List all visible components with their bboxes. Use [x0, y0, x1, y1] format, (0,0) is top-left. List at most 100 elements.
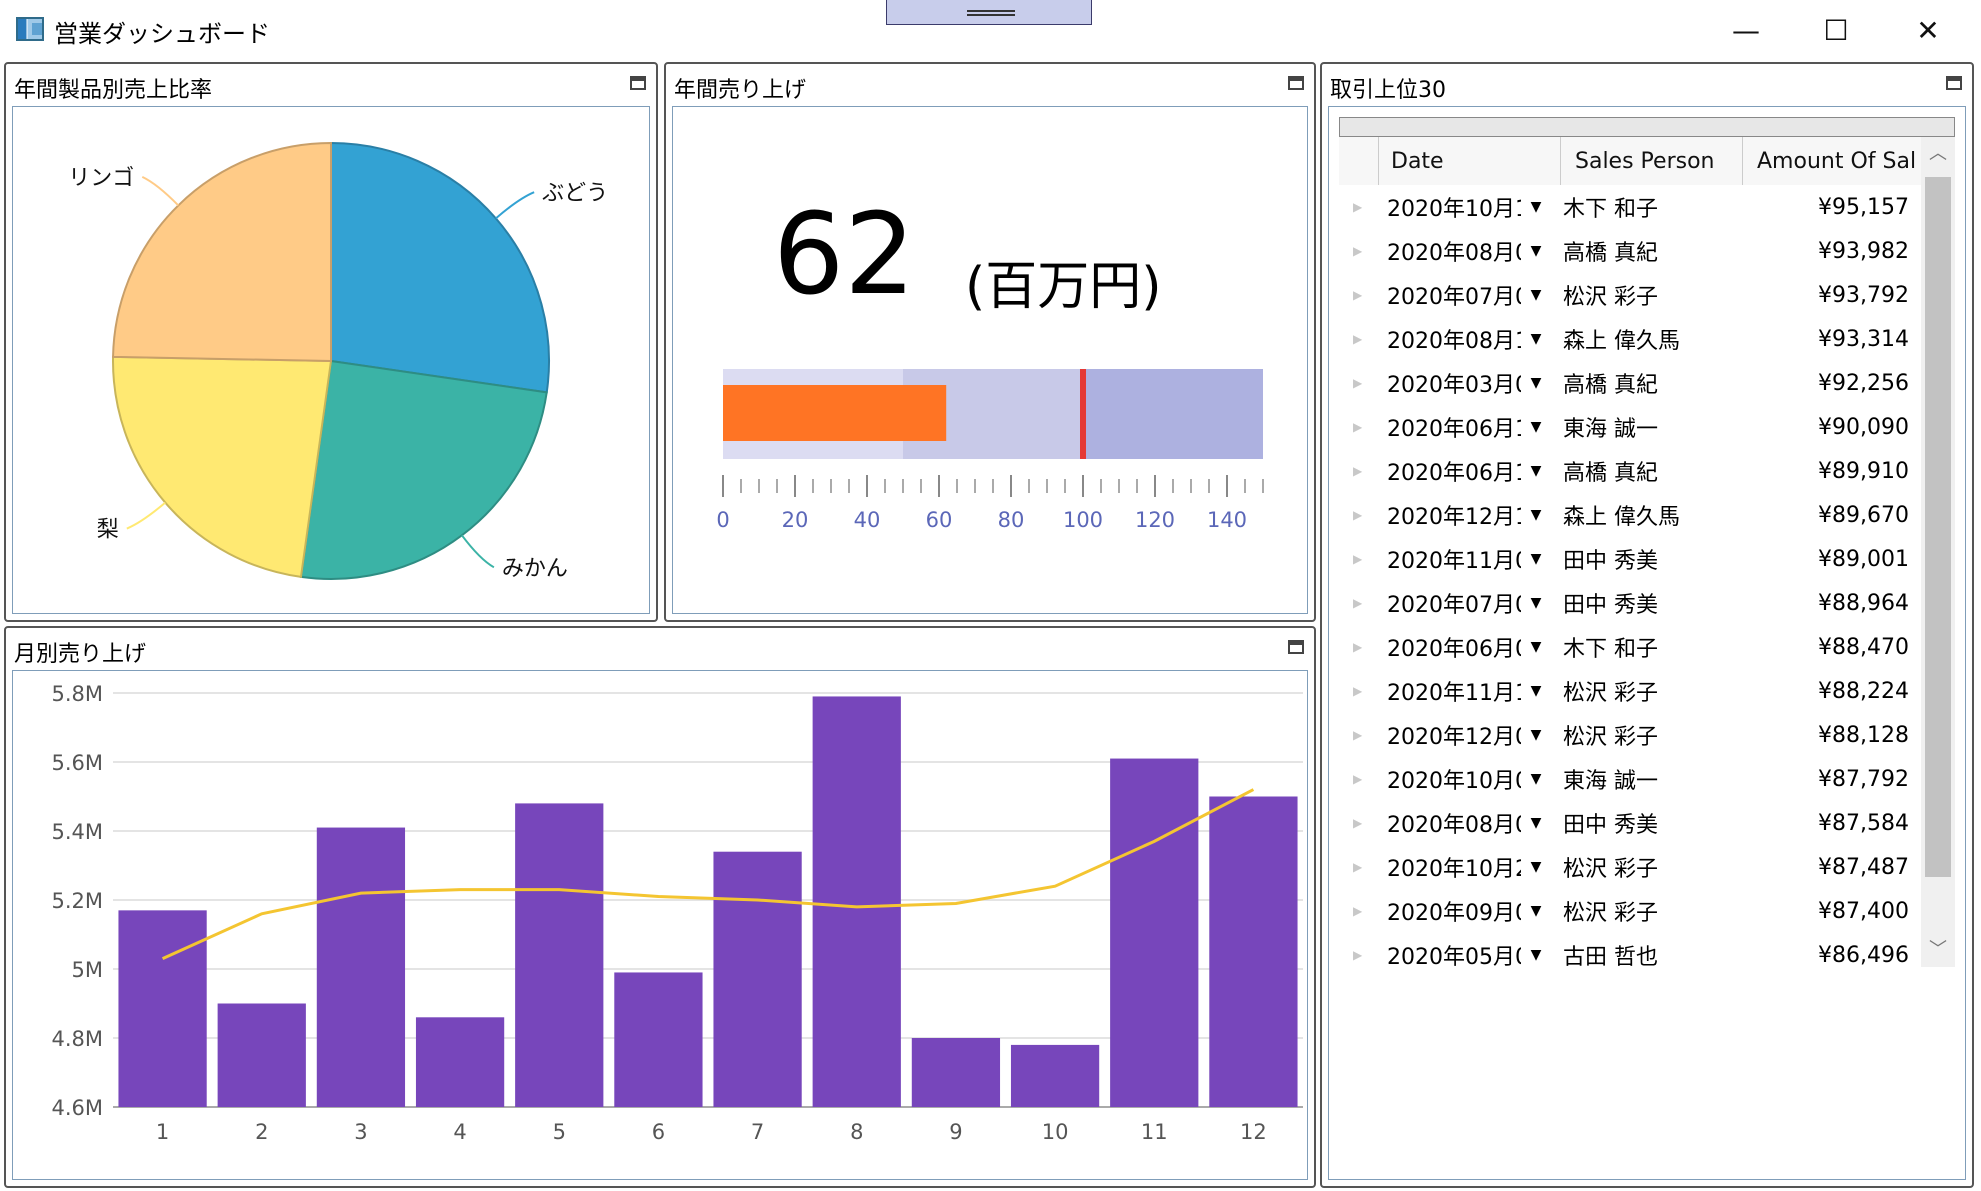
row-expand-icon[interactable]: ▶	[1339, 464, 1379, 478]
table-row[interactable]: ▶ 2020年10月0 ▼ 東海 誠一 ¥87,792	[1339, 757, 1927, 801]
date-dropdown-icon[interactable]: ▼	[1521, 683, 1551, 699]
table-row[interactable]: ▶ 2020年12月1 ▼ 森上 偉久馬 ¥89,670	[1339, 493, 1927, 537]
row-expand-icon[interactable]: ▶	[1339, 860, 1379, 874]
cell-date[interactable]: 2020年06月1	[1379, 411, 1521, 443]
date-dropdown-icon[interactable]: ▼	[1521, 903, 1551, 919]
monthly-bar[interactable]	[415, 1017, 505, 1107]
pie-slice[interactable]	[112, 355, 333, 579]
date-dropdown-icon[interactable]: ▼	[1521, 507, 1551, 523]
column-header-date[interactable]: Date	[1379, 137, 1561, 185]
table-row[interactable]: ▶ 2020年10月1 ▼ 木下 和子 ¥95,157	[1339, 185, 1927, 229]
cell-date[interactable]: 2020年06月1	[1379, 455, 1521, 487]
scroll-down-icon[interactable]: ﹀	[1921, 933, 1955, 967]
row-expand-icon[interactable]: ▶	[1339, 948, 1379, 962]
cell-date[interactable]: 2020年12月0	[1379, 719, 1521, 751]
cell-date[interactable]: 2020年07月0	[1379, 279, 1521, 311]
monthly-bar[interactable]	[118, 910, 207, 1107]
table-row[interactable]: ▶ 2020年06月1 ▼ 東海 誠一 ¥90,090	[1339, 405, 1927, 449]
row-expand-icon[interactable]: ▶	[1339, 772, 1379, 786]
row-expand-icon[interactable]: ▶	[1339, 420, 1379, 434]
table-row[interactable]: ▶ 2020年11月1 ▼ 松沢 彩子 ¥88,224	[1339, 669, 1927, 713]
table-row[interactable]: ▶ 2020年10月2 ▼ 松沢 彩子 ¥87,487	[1339, 845, 1927, 889]
cell-date[interactable]: 2020年08月0	[1379, 807, 1521, 839]
row-expand-icon[interactable]: ▶	[1339, 200, 1379, 214]
row-expand-icon[interactable]: ▶	[1339, 288, 1379, 302]
date-dropdown-icon[interactable]: ▼	[1521, 287, 1551, 303]
scroll-up-icon[interactable]: ︿	[1921, 137, 1955, 171]
date-dropdown-icon[interactable]: ▼	[1521, 947, 1551, 963]
monthly-bar[interactable]	[1010, 1044, 1100, 1107]
date-dropdown-icon[interactable]: ▼	[1521, 771, 1551, 787]
grid-vertical-scrollbar[interactable]: ︿ ﹀	[1921, 137, 1955, 967]
date-dropdown-icon[interactable]: ▼	[1521, 595, 1551, 611]
pie-slice[interactable]	[330, 141, 550, 394]
date-dropdown-icon[interactable]: ▼	[1521, 639, 1551, 655]
maximize-button[interactable]: ☐	[1806, 10, 1866, 50]
date-dropdown-icon[interactable]: ▼	[1521, 419, 1551, 435]
cell-date[interactable]: 2020年10月0	[1379, 763, 1521, 795]
cell-date[interactable]: 2020年08月1	[1379, 323, 1521, 355]
date-dropdown-icon[interactable]: ▼	[1521, 331, 1551, 347]
row-expand-icon[interactable]: ▶	[1339, 640, 1379, 654]
table-row[interactable]: ▶ 2020年07月0 ▼ 松沢 彩子 ¥93,792	[1339, 273, 1927, 317]
scroll-thumb[interactable]	[1925, 177, 1951, 877]
monthly-bar[interactable]	[911, 1038, 1001, 1107]
table-row[interactable]: ▶ 2020年07月0 ▼ 田中 秀美 ¥88,964	[1339, 581, 1927, 625]
row-expand-icon[interactable]: ▶	[1339, 728, 1379, 742]
table-row[interactable]: ▶ 2020年06月0 ▼ 木下 和子 ¥88,470	[1339, 625, 1927, 669]
row-expand-icon[interactable]: ▶	[1339, 816, 1379, 830]
row-expand-icon[interactable]: ▶	[1339, 244, 1379, 258]
table-row[interactable]: ▶ 2020年05月0 ▼ 古田 哲也 ¥86,496	[1339, 933, 1927, 968]
cell-date[interactable]: 2020年06月0	[1379, 631, 1521, 663]
annual-sales-minimize-icon[interactable]	[1288, 76, 1304, 90]
row-expand-icon[interactable]: ▶	[1339, 552, 1379, 566]
table-row[interactable]: ▶ 2020年08月0 ▼ 高橋 真紀 ¥93,982	[1339, 229, 1927, 273]
date-dropdown-icon[interactable]: ▼	[1521, 463, 1551, 479]
group-panel-bar[interactable]	[1339, 117, 1955, 137]
row-expand-icon[interactable]: ▶	[1339, 684, 1379, 698]
cell-date[interactable]: 2020年11月1	[1379, 675, 1521, 707]
monthly-bar[interactable]	[713, 851, 802, 1107]
table-row[interactable]: ▶ 2020年12月0 ▼ 松沢 彩子 ¥88,128	[1339, 713, 1927, 757]
monthly-bar[interactable]	[614, 972, 703, 1107]
row-expand-icon[interactable]: ▶	[1339, 904, 1379, 918]
cell-date[interactable]: 2020年12月1	[1379, 499, 1521, 531]
table-row[interactable]: ▶ 2020年08月0 ▼ 田中 秀美 ¥87,584	[1339, 801, 1927, 845]
monthly-bar[interactable]	[1209, 796, 1298, 1108]
monthly-bar[interactable]	[515, 803, 604, 1107]
date-dropdown-icon[interactable]: ▼	[1521, 859, 1551, 875]
date-dropdown-icon[interactable]: ▼	[1521, 243, 1551, 259]
cell-date[interactable]: 2020年11月0	[1379, 543, 1521, 575]
table-row[interactable]: ▶ 2020年08月1 ▼ 森上 偉久馬 ¥93,314	[1339, 317, 1927, 361]
close-button[interactable]: ✕	[1898, 10, 1958, 50]
cell-date[interactable]: 2020年05月0	[1379, 939, 1521, 967]
cell-date[interactable]: 2020年08月0	[1379, 235, 1521, 267]
column-header-sales-person[interactable]: Sales Person	[1561, 137, 1743, 185]
row-expand-icon[interactable]: ▶	[1339, 332, 1379, 346]
layout-drag-handle[interactable]	[886, 0, 1092, 25]
minimize-button[interactable]: —	[1716, 10, 1776, 50]
cell-date[interactable]: 2020年10月2	[1379, 851, 1521, 883]
monthly-bar[interactable]	[812, 696, 901, 1107]
date-dropdown-icon[interactable]: ▼	[1521, 815, 1551, 831]
monthly-bar[interactable]	[316, 827, 406, 1107]
cell-date[interactable]: 2020年03月0	[1379, 367, 1521, 399]
table-row[interactable]: ▶ 2020年06月1 ▼ 高橋 真紀 ¥89,910	[1339, 449, 1927, 493]
cell-date[interactable]: 2020年09月0	[1379, 895, 1521, 927]
date-dropdown-icon[interactable]: ▼	[1521, 199, 1551, 215]
cell-date[interactable]: 2020年10月1	[1379, 191, 1521, 223]
row-expand-icon[interactable]: ▶	[1339, 376, 1379, 390]
row-expand-icon[interactable]: ▶	[1339, 596, 1379, 610]
pie-slice[interactable]	[112, 141, 332, 363]
table-row[interactable]: ▶ 2020年03月0 ▼ 高橋 真紀 ¥92,256	[1339, 361, 1927, 405]
pie-panel-minimize-icon[interactable]	[630, 76, 646, 90]
monthly-bar[interactable]	[1110, 758, 1199, 1107]
date-dropdown-icon[interactable]: ▼	[1521, 375, 1551, 391]
column-header-amount[interactable]: Amount Of Sal	[1743, 137, 1927, 185]
date-dropdown-icon[interactable]: ▼	[1521, 727, 1551, 743]
row-expand-icon[interactable]: ▶	[1339, 508, 1379, 522]
monthly-sales-minimize-icon[interactable]	[1288, 640, 1304, 654]
table-row[interactable]: ▶ 2020年11月0 ▼ 田中 秀美 ¥89,001	[1339, 537, 1927, 581]
top-transactions-minimize-icon[interactable]	[1946, 76, 1962, 90]
pie-slice[interactable]	[299, 359, 548, 580]
